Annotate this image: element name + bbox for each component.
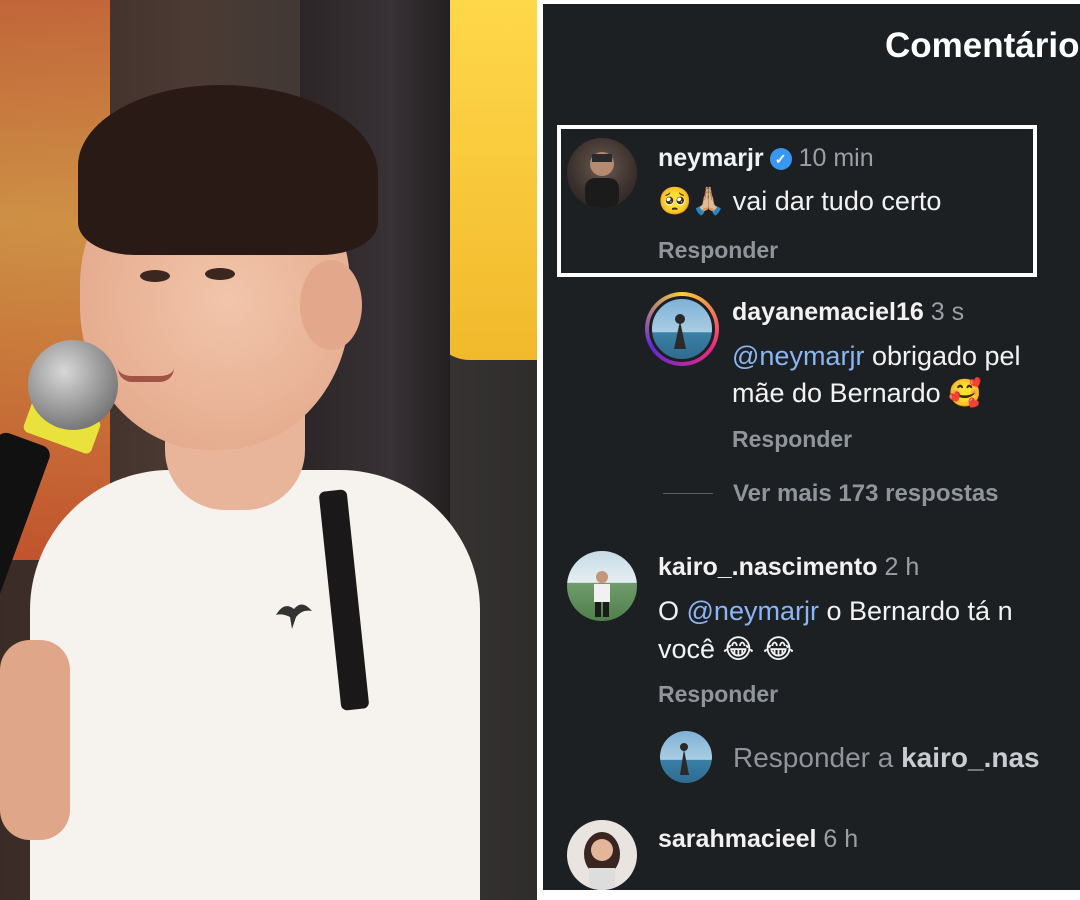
- username-dayanemaciel16[interactable]: dayanemaciel16: [732, 298, 924, 326]
- mention-link[interactable]: @neymarjr: [687, 596, 819, 626]
- comment-text: 🥺🙏🏼 vai dar tudo certo: [658, 186, 942, 217]
- comment-text: @neymarjr obrigado pel: [732, 341, 1021, 371]
- reply-button[interactable]: Responder: [658, 237, 778, 264]
- comment-text-line2: você 😂 😂: [658, 634, 795, 665]
- comment-time: 10 min: [798, 144, 874, 172]
- username-kairo-nascimento[interactable]: kairo_.nascimento: [658, 553, 878, 581]
- reply-input[interactable]: Responder a kairo_.nas: [733, 742, 1040, 774]
- avatar-neymarjr[interactable]: [567, 138, 637, 208]
- more-replies-line: [663, 493, 713, 494]
- verified-badge-icon: ✓: [769, 148, 792, 170]
- username-sarahmacieel[interactable]: sarahmacieel: [658, 825, 816, 853]
- reply-button[interactable]: Responder: [658, 681, 778, 708]
- mention-link[interactable]: @neymarjr: [732, 341, 864, 371]
- avatar-dayanemaciel16[interactable]: [645, 292, 719, 366]
- photo-boy-with-microphone: [0, 0, 537, 900]
- comment-time: 2 h: [884, 553, 920, 581]
- reply-button[interactable]: Responder: [732, 426, 852, 453]
- avatar-kairo-nascimento[interactable]: [567, 551, 637, 621]
- comment-time: 6 h: [823, 825, 859, 853]
- view-more-replies-button[interactable]: Ver mais 173 respostas: [733, 480, 999, 508]
- shirt-logo-icon: [276, 604, 312, 629]
- username-neymarjr[interactable]: neymarjr: [658, 144, 764, 172]
- comments-panel: Comentário neymarjr ✓ 10 min 🥺🙏🏼 vai dar …: [543, 4, 1080, 890]
- comment-text-line2: mãe do Bernardo 🥰: [732, 378, 982, 409]
- panel-title: Comentário: [885, 26, 1080, 65]
- current-user-avatar: [660, 731, 712, 783]
- comment-text: O @neymarjr o Bernardo tá n: [658, 596, 1013, 626]
- avatar-sarahmacieel[interactable]: [567, 820, 637, 890]
- comment-time: 3 s: [930, 298, 965, 326]
